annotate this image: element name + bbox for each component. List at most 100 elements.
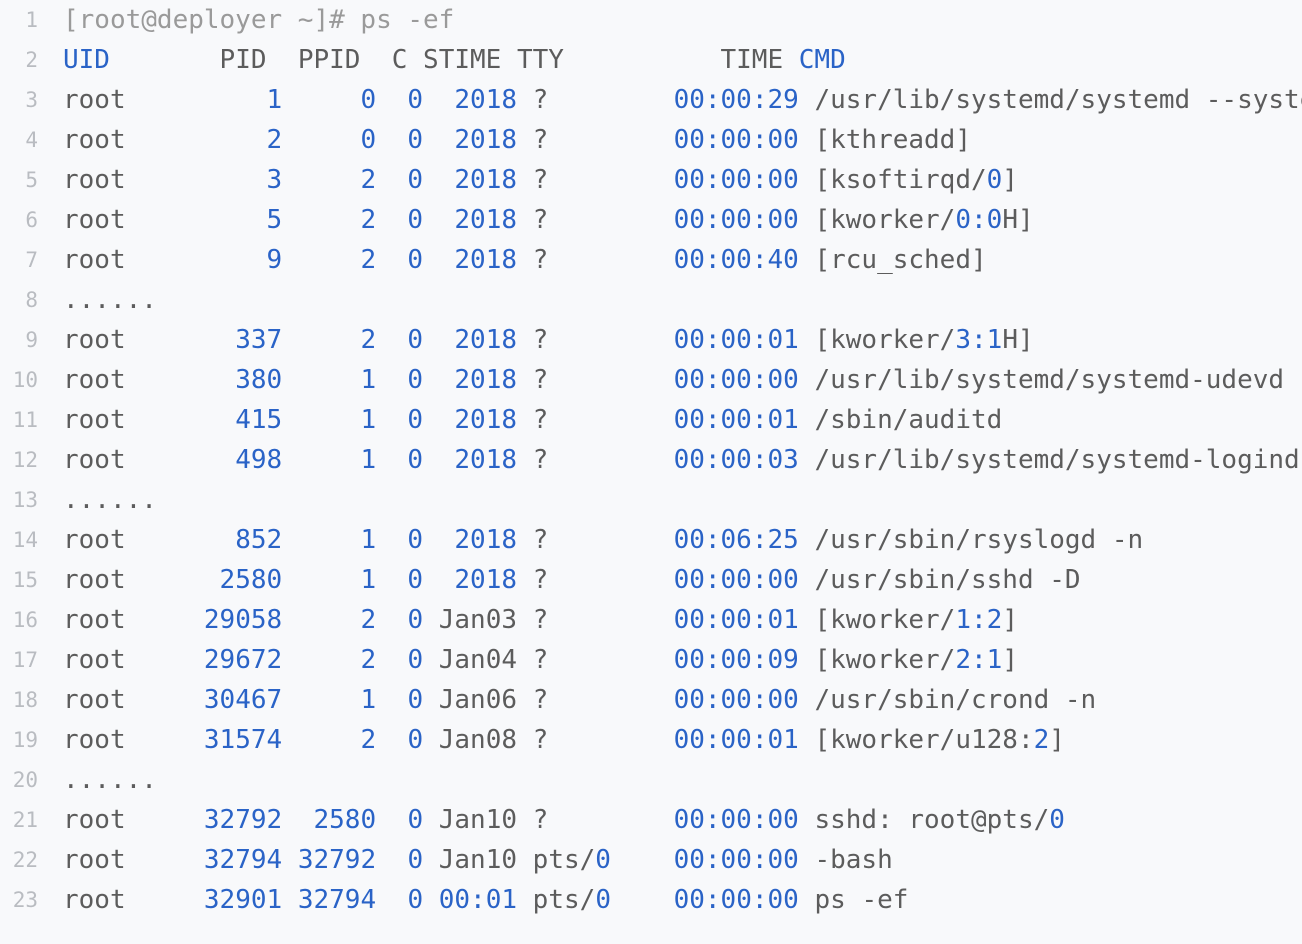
number-token: 1 xyxy=(360,365,377,395)
number-token: 0 xyxy=(407,885,424,915)
number-token: 2580 xyxy=(313,805,377,835)
number-token: 2:1 xyxy=(955,645,1003,675)
line-content: UID PID PPID C STIME TTY TIME CMD xyxy=(63,40,846,80)
number-token: 9 xyxy=(266,245,283,275)
code-token: ? xyxy=(517,645,658,675)
number-token: 0 xyxy=(595,885,611,915)
number-token: 00:00:00 xyxy=(673,125,799,155)
code-line: 8...... xyxy=(0,280,1302,320)
number-token: 00:00:01 xyxy=(673,605,799,635)
number-token: 2 xyxy=(360,645,377,675)
line-content: root 852 1 0 2018 ? 00:06:25 /usr/sbin/r… xyxy=(63,520,1143,560)
line-content: root 2 0 0 2018 ? 00:00:00 [kthreadd] xyxy=(63,120,971,160)
line-number: 21 xyxy=(12,808,38,832)
code-token: sshd: root@pts/ xyxy=(798,805,1050,835)
number-token: 2580 xyxy=(219,565,283,595)
number-token: 2018 xyxy=(454,565,518,595)
code-token: /usr/sbin/rsyslogd -n xyxy=(798,525,1144,555)
number-token: 00:00:00 xyxy=(673,685,799,715)
line-content: root 5 2 0 2018 ? 00:00:00 [kworker/0:0H… xyxy=(63,200,1034,240)
header-time: TIME xyxy=(642,45,799,75)
process-row: 7 root 9 2 0 2018 ? 00:00:40 [rcu_sched] xyxy=(0,240,1302,280)
code-token: ? xyxy=(517,85,658,115)
code-token: /sbin/auditd xyxy=(798,405,1003,435)
line-content: ...... xyxy=(63,480,157,520)
number-token: 2 xyxy=(360,205,377,235)
ellipsis: ...... xyxy=(63,485,157,515)
code-token: root xyxy=(63,125,126,155)
code-token: ? xyxy=(517,565,658,595)
number-token: 415 xyxy=(235,405,283,435)
code-token: [kworker/ xyxy=(798,645,956,675)
code-token: ] xyxy=(1002,165,1018,195)
number-token: 32792 xyxy=(297,845,377,875)
line-number: 3 xyxy=(25,88,38,112)
code-token: Jan10 xyxy=(423,805,518,835)
number-token: 0 xyxy=(407,325,424,355)
code-token: /usr/sbin/sshd -D xyxy=(798,565,1081,595)
line-content: root 30467 1 0 Jan06 ? 00:00:00 /usr/sbi… xyxy=(63,680,1096,720)
process-row: 21 root 32792 2580 0 Jan10 ? 00:00:00 ssh… xyxy=(0,800,1302,840)
header-pid: PID xyxy=(109,45,267,75)
code-token: /usr/lib/systemd/systemd --system --dese… xyxy=(814,85,1302,115)
number-token: 0 xyxy=(407,845,424,875)
process-row: 15 root 2580 1 0 2018 ? 00:00:00 /usr/sbi… xyxy=(0,560,1302,600)
line-number: 6 xyxy=(25,208,38,232)
line-content: root 1 0 0 2018 ? 00:00:29 /usr/lib/syst… xyxy=(63,80,1302,120)
number-token: 1 xyxy=(266,85,283,115)
number-token: 1 xyxy=(360,565,377,595)
header-c: C xyxy=(360,45,408,75)
number-token: 0 xyxy=(360,85,377,115)
line-number: 11 xyxy=(12,408,38,432)
code-token: root xyxy=(63,645,126,675)
number-token: 5 xyxy=(266,205,283,235)
code-token: root xyxy=(63,165,126,195)
shell-prompt: [root@deployer ~]# ps -ef xyxy=(63,5,455,35)
number-token: 0 xyxy=(407,645,424,675)
code-token: [ksoftirqd/ xyxy=(798,165,987,195)
line-number: 10 xyxy=(12,368,38,392)
number-token: 0 xyxy=(407,445,424,475)
process-row: 3 root 1 0 0 2018 ? 00:00:29 /usr/lib/sys… xyxy=(0,80,1302,120)
number-token: 2 xyxy=(360,165,377,195)
code-token: root xyxy=(63,685,126,715)
code-token: [kworker/ xyxy=(798,325,956,355)
code-token: ? xyxy=(517,445,658,475)
number-token: 0 xyxy=(407,685,424,715)
code-token: root xyxy=(63,365,126,395)
code-token: root xyxy=(63,605,126,635)
number-token: 0:0 xyxy=(955,205,1003,235)
line-number: 16 xyxy=(12,608,38,632)
number-token: 29672 xyxy=(203,645,283,675)
number-token: 32792 xyxy=(203,805,283,835)
code-token: root xyxy=(63,885,126,915)
number-token: 0 xyxy=(407,605,424,635)
header-tty: TTY xyxy=(501,45,643,75)
number-token: 2018 xyxy=(454,525,518,555)
process-row: 4 root 2 0 0 2018 ? 00:00:00 [kthreadd] xyxy=(0,120,1302,160)
number-token: 0 xyxy=(595,845,611,875)
number-token: 32901 xyxy=(203,885,283,915)
number-token: 3:1 xyxy=(955,325,1003,355)
